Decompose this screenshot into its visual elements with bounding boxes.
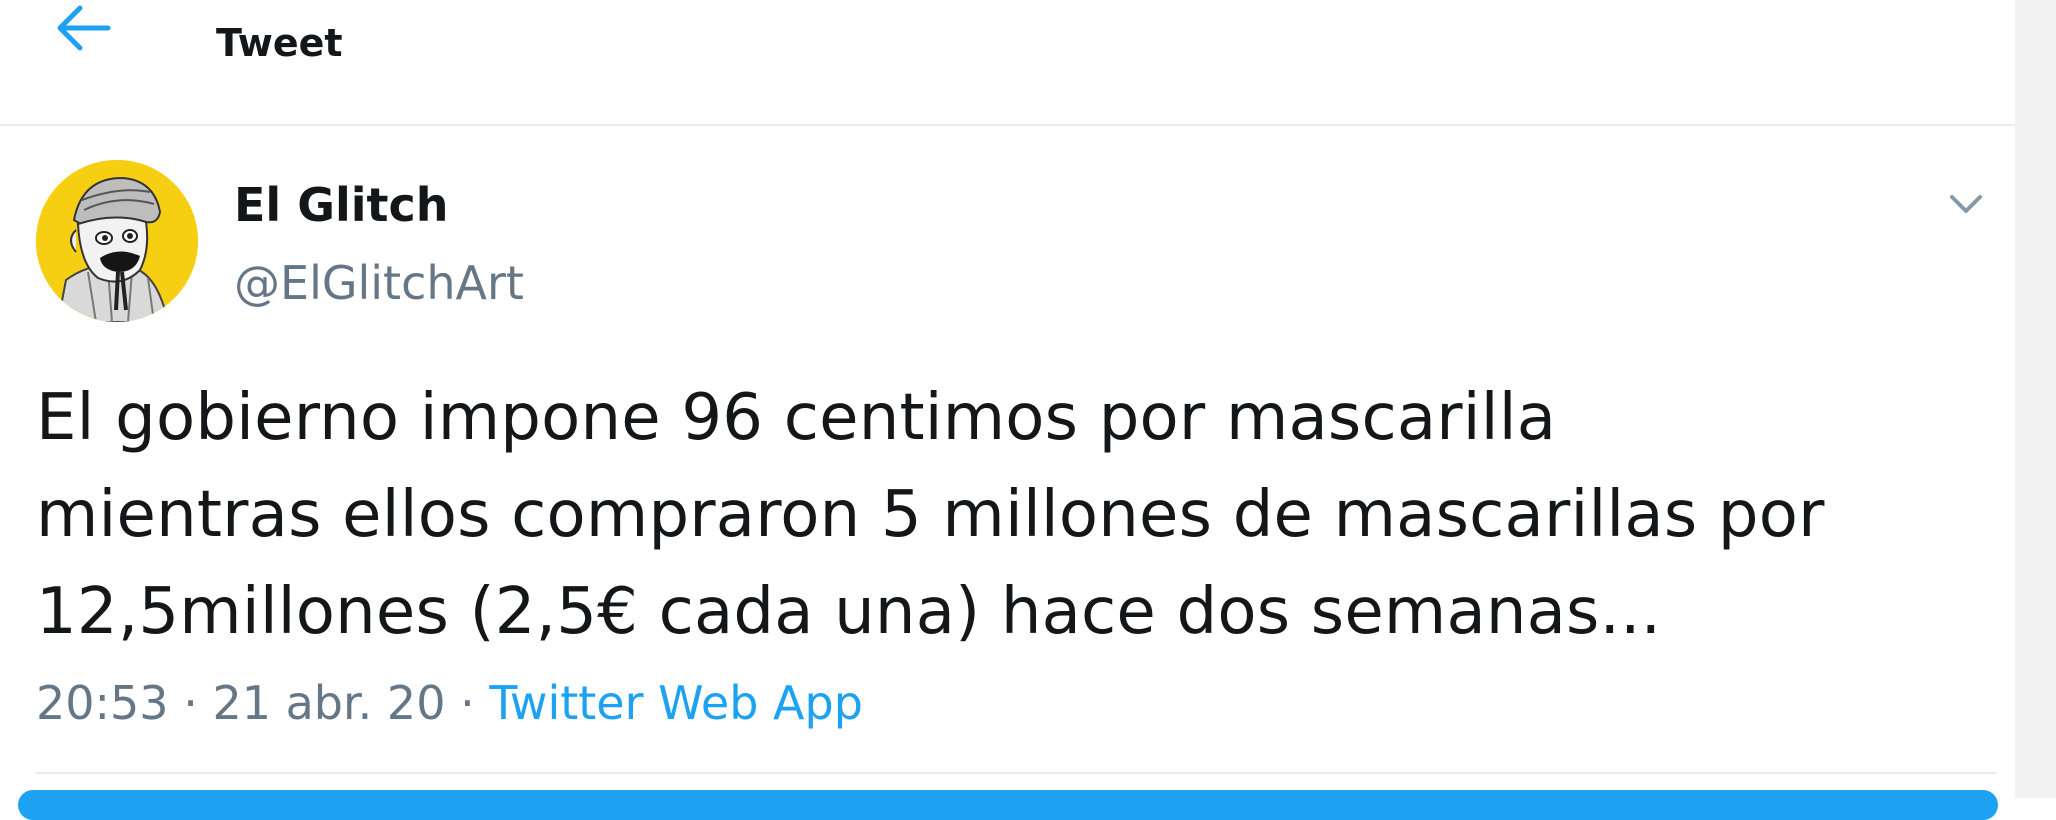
author-handle[interactable]: @ElGlitchArt [234,256,524,310]
tweet-view: Tweet El Glitch @ElGlitchArt El gobierno… [0,0,2015,820]
tweet-date: 21 abr. 20 [212,676,446,730]
divider [36,772,1996,774]
meta-separator: · [168,676,213,730]
arrow-left-icon [50,0,118,62]
author-display-name[interactable]: El Glitch [234,178,449,232]
tweet-text: El gobierno impone 96 centimos por masca… [36,381,1825,649]
action-bar-edge [18,790,1998,820]
tweet-source-link[interactable]: Twitter Web App [489,676,863,730]
top-bar: Tweet [0,0,2015,126]
back-button[interactable] [50,0,118,62]
tweet-menu-button[interactable] [1942,180,1990,228]
tweet-time: 20:53 [36,676,169,730]
tweet-metadata: 20:53 · 21 abr. 20 · Twitter Web App [36,675,863,731]
meta-separator: · [445,676,490,730]
avatar[interactable] [36,160,198,322]
page-title: Tweet [216,21,343,65]
scrollbar-track[interactable] [2015,0,2056,798]
avatar-illustration [36,160,198,322]
chevron-down-icon [1942,195,1990,232]
tweet-page: Tweet El Glitch @ElGlitchArt El gobierno… [0,0,2056,820]
